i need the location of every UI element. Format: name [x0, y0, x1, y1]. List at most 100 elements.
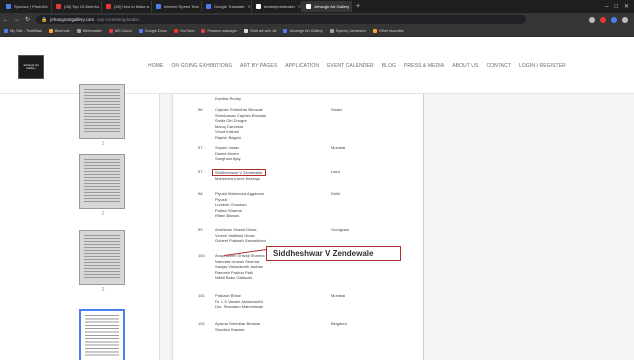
entry-names: Captain Shriddhar Bhosale Shrinivasan Cap…: [215, 107, 266, 141]
extension-icon[interactable]: [611, 16, 617, 23]
tab-title: (28) How to Make a: [114, 4, 149, 9]
bookmark-item[interactable]: Google Docs: [138, 29, 167, 33]
entry-name: Pallavi Sharma: [215, 207, 242, 213]
tab-title: Internet Speed Test: [164, 4, 199, 9]
entry-location: Delhi: [331, 191, 341, 196]
entry-name: Piyush Mahendra Aggarwal: [215, 191, 264, 196]
tab-close-icon[interactable]: ✕: [247, 4, 250, 9]
site-logo[interactable]: Jehangir Art Gallery: [18, 55, 44, 79]
site-nav-item[interactable]: ON GOING EXHIBITIONS: [171, 63, 232, 69]
extension-icons: [589, 16, 634, 23]
site-nav-item[interactable]: HOME: [148, 63, 163, 69]
entry-names: Siddheshwar V Zendewale Mahendra Kurve Ne…: [212, 169, 266, 182]
page-thumbnail[interactable]: [79, 230, 125, 285]
reload-icon[interactable]: ↻: [22, 16, 33, 23]
bookmark-item[interactable]: Jehangir Art Gallery: [283, 29, 323, 33]
bookmark-item[interactable]: Other favorites: [372, 29, 404, 33]
site-nav-item[interactable]: PRESS & MEDIA: [404, 63, 444, 69]
star-icon[interactable]: [589, 16, 595, 23]
entry-name: Sanjay Vishwanath Jadhav: [215, 264, 263, 270]
browser-tab[interactable]: (28) How to Make a✕: [102, 1, 152, 12]
site-nav-item[interactable]: LOGIN / REGISTER: [519, 63, 566, 69]
site-nav-item[interactable]: ART BY PAGES: [240, 63, 277, 69]
entry-name: Siddheshwar V Zendewale: [212, 169, 266, 176]
bookmark-item[interactable]: YouTube: [173, 29, 194, 33]
new-tab-icon[interactable]: +: [352, 3, 364, 10]
site-nav-item[interactable]: BLOG: [382, 63, 396, 69]
extension-icon[interactable]: [600, 16, 606, 23]
entry-names: Amrishan Vinesh Dinas Vinesh Vaibhavi Din…: [215, 227, 266, 244]
browser-tab[interactable]: Sponsor | PhotoDe✕: [2, 1, 52, 12]
site-nav-item[interactable]: CONTACT: [486, 63, 511, 69]
entry-location: Belgaum: [331, 321, 347, 326]
bookmark-favicon-icon: [201, 29, 206, 33]
entry-number: 96: [198, 107, 203, 112]
page-number: 1: [101, 141, 105, 147]
bookmark-item[interactable]: Start art writ. kit: [244, 29, 276, 33]
entry-names: Aparna Sreedhar Bedwar Shrutika Sawant: [215, 321, 260, 332]
bookmark-item[interactable]: Sydney Jamieson: [329, 29, 366, 33]
tab-close-icon[interactable]: ✕: [298, 4, 301, 9]
bookmark-favicon-icon: [283, 29, 288, 33]
bookmark-item[interactable]: Finance manager: [201, 29, 237, 33]
tab-favicon-icon: [156, 4, 161, 9]
entry-name: Drs. Shantanu Maheshwari: [215, 304, 264, 310]
page-number: 3: [101, 287, 105, 293]
browser-tab[interactable]: Jehangir Art Gallery✕: [302, 1, 352, 12]
entry-name: Sanghani Ajay: [215, 156, 241, 162]
entry-name: Goheel Prakash Sawanthani: [215, 238, 266, 244]
page-thumbnail[interactable]: [79, 154, 125, 209]
entry-names: Piyush Mahendra Aggarwal Piyush Lumesh Cha…: [215, 191, 264, 219]
bookmark-label: Finance manager: [207, 29, 238, 33]
bookmark-favicon-icon: [372, 29, 377, 33]
minimize-icon[interactable]: –: [605, 4, 608, 10]
entry-name: Ritam Biswas: [215, 213, 240, 219]
close-icon[interactable]: ✕: [624, 3, 629, 10]
entry-names: Prakash Bhise Dr. L S Vasant Ashtamurthi D…: [215, 293, 263, 310]
url-input[interactable]: 🔒 jehangirartgallery.com/wp-content/uplo…: [36, 15, 526, 24]
url-path: /wp-content/uploads/...: [97, 17, 143, 22]
entry-location: Gurugram: [331, 227, 350, 232]
maximize-icon[interactable]: □: [614, 4, 618, 10]
entry-name: Dr. L S Vasant Ashtamurthi: [215, 298, 263, 304]
browser-tab[interactable]: (28) Top 10 Best An✕: [52, 1, 102, 12]
bookmark-item[interactable]: MS Cloud: [108, 29, 132, 33]
entry-name: Lumesh Chauhan: [215, 202, 247, 208]
tab-favicon-icon: [6, 4, 11, 9]
site-nav-item[interactable]: EVENT CALENDER: [327, 63, 374, 69]
back-icon[interactable]: ←: [0, 17, 11, 23]
tab-favicon-icon: [206, 4, 211, 9]
browser-tab[interactable]: Internet Speed Test✕: [152, 1, 202, 12]
bookmark-item[interactable]: Webmaster: [76, 29, 102, 33]
bookmark-favicon-icon: [76, 29, 81, 33]
entry-name: Ramesh Prabhu Patil: [215, 269, 253, 275]
bookmark-label: MS Cloud: [114, 29, 132, 33]
callout-text: Siddheshwar V Zendewale: [273, 249, 374, 258]
bookmark-favicon-icon: [173, 29, 178, 33]
site-nav-item[interactable]: ABOUT US: [452, 63, 478, 69]
entry-name: Vinesh Vaibhavi Dinas: [215, 232, 255, 238]
tab-favicon-icon: [56, 4, 61, 9]
bookmark-item[interactable]: My Site - ThiefBlak: [4, 29, 42, 33]
browser-tab[interactable]: bestartprintmakin ✕: [252, 1, 302, 12]
entry-name: Manoj Darvekar: [215, 123, 244, 129]
tab-favicon-icon: [106, 4, 111, 9]
bookmark-label: Bluehost: [54, 29, 70, 33]
entry-name: Shyam Jadav: [215, 145, 240, 150]
thumbnail-sidebar[interactable]: 1 2 3 4: [0, 84, 160, 360]
menu-icon[interactable]: [622, 16, 628, 23]
bookmark-favicon-icon: [329, 29, 334, 33]
page-thumbnail-active[interactable]: [79, 309, 125, 360]
highlight-callout: Siddheshwar V Zendewale: [266, 246, 401, 261]
address-bar-row: ← → ↻ 🔒 jehangirartgallery.com/wp-conten…: [0, 13, 634, 26]
page-thumbnail[interactable]: [79, 84, 125, 139]
bookmark-favicon-icon: [138, 29, 143, 33]
entry-name: Namrata Umesh Sharma: [215, 258, 260, 264]
browser-tab[interactable]: Google Translate ✕: [202, 1, 252, 12]
bookmark-label: Other favorites: [378, 29, 404, 33]
entry-name: Amrishan Vinesh Dinas: [215, 227, 257, 232]
bookmark-item[interactable]: Bluehost: [48, 29, 70, 33]
site-nav-item[interactable]: APPLICATION: [285, 63, 319, 69]
entry-name: Mahendra Kurve Neeraja: [215, 176, 260, 181]
forward-icon[interactable]: →: [11, 17, 22, 23]
